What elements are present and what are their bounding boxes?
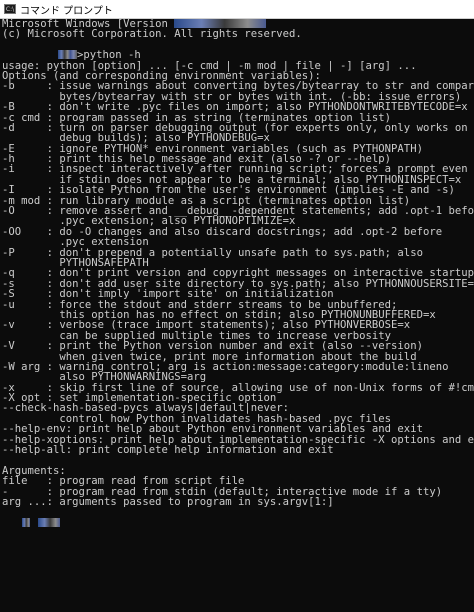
window-title: コマンド プロンプト [20,5,113,17]
redacted-version [174,19,267,28]
prompt-line: >python -h [0,50,474,60]
redacted-path-tail [70,50,77,60]
help-output: usage: python [option] ... [-c cmd | -m … [0,60,474,508]
redacted-path [38,517,60,527]
console-icon: C:\ [4,4,16,14]
help-line [0,455,474,465]
help-line: -S : don't imply 'import site' on initia… [2,288,334,301]
console-output[interactable]: Microsoft Windows [Version (c) Microsoft… [0,19,474,612]
help-line: -V : print the Python version number and… [2,340,423,353]
final-prompt-line [0,517,474,528]
redacted-path [22,517,30,527]
redacted-path [58,50,70,60]
help-line: --help-all: print complete help informat… [2,444,334,457]
help-line: arg ...: arguments passed to program in … [2,495,334,508]
window-titlebar[interactable]: C:\ コマンド プロンプト [0,0,474,19]
help-line: -B : don't write .pyc files on import; a… [2,101,468,114]
copyright-line: (c) Microsoft Corporation. All rights re… [2,28,302,41]
